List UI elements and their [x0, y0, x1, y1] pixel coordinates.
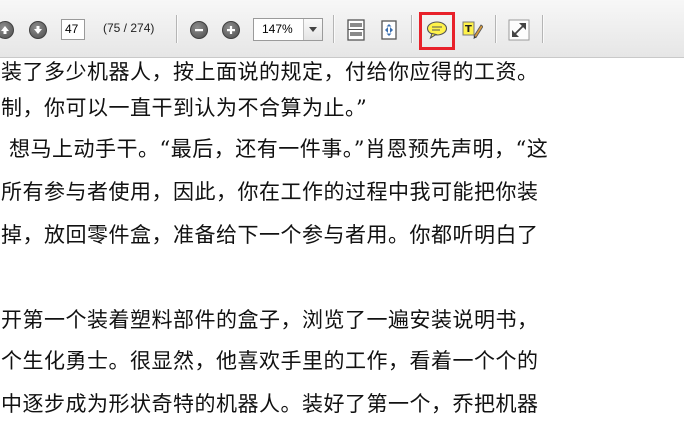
fit-page-button[interactable] — [344, 18, 368, 42]
document-line: 中逐步成为形状奇特的机器人。装好了第一个，乔把机器 — [1, 392, 539, 416]
document-line: 开第一个装着塑料部件的盒子，浏览了一遍安装说明书， — [1, 308, 539, 332]
comment-button-highlight — [419, 12, 455, 50]
document-line: 所有参与者使用，因此，你在工作的过程中我可能把你装 — [1, 180, 539, 204]
toolbar-separator — [411, 15, 413, 43]
document-line: 想马上动手干。“最后，还有一件事。”肖恩预先声明，“这 — [9, 137, 549, 161]
toolbar-separator — [176, 15, 178, 43]
toolbar: 47 (75 / 274) 147% T — [0, 0, 684, 58]
document-line: 装了多少机器人，按上面说的规定，付给你应得的工资。 — [1, 60, 539, 84]
up-arrow-icon — [0, 21, 14, 39]
zoom-value: 147% — [262, 22, 293, 36]
highlight-text-button[interactable]: T — [460, 18, 484, 42]
toolbar-separator — [542, 15, 544, 43]
chevron-down-icon[interactable] — [303, 19, 322, 40]
document-line: 掉，放回零件盒，准备给下一个参与者用。你都听明白了 — [1, 223, 539, 247]
previous-page-button[interactable] — [0, 19, 16, 41]
down-arrow-icon — [29, 21, 47, 39]
zoom-in-button[interactable] — [220, 19, 242, 41]
toolbar-separator — [495, 15, 497, 43]
fit-page-icon — [347, 19, 365, 41]
document-line: 个生化勇士。很显然，他喜欢手里的工作，看着一个个的 — [1, 349, 539, 373]
zoom-out-button[interactable] — [188, 19, 210, 41]
fit-width-icon — [381, 20, 397, 40]
page-count: (75 / 274) — [103, 21, 155, 35]
next-page-button[interactable] — [27, 19, 49, 41]
minus-icon — [190, 21, 208, 39]
document-line: 制，你可以一直干到认为不合算为止。” — [1, 96, 368, 120]
expand-icon — [508, 19, 530, 41]
highlight-text-icon: T — [462, 21, 483, 39]
svg-text:T: T — [465, 24, 472, 35]
zoom-select[interactable]: 147% — [253, 18, 323, 41]
fit-width-button[interactable] — [377, 18, 401, 42]
plus-icon — [222, 21, 240, 39]
full-screen-button[interactable] — [507, 18, 531, 42]
page-number-input[interactable]: 47 — [61, 19, 85, 40]
toolbar-separator — [333, 15, 335, 43]
